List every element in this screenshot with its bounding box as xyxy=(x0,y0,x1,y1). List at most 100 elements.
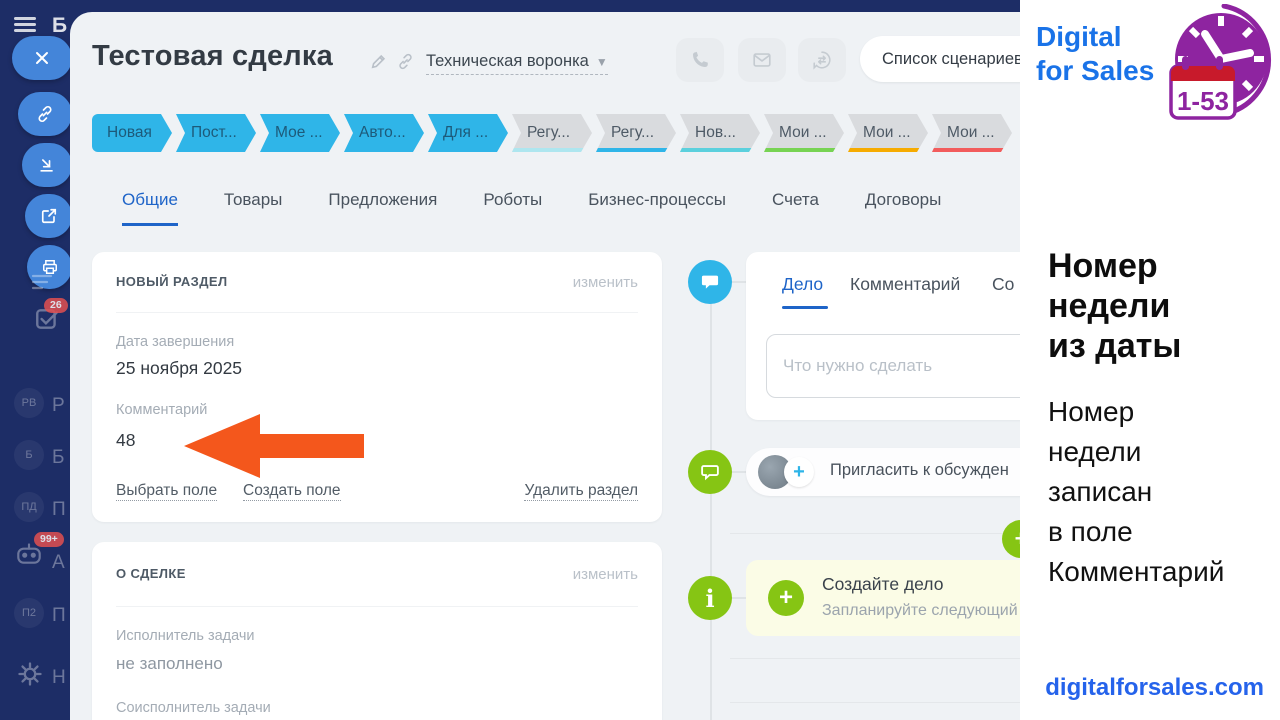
slide-heading: Номер недели из даты xyxy=(1048,246,1258,366)
copy-link-button[interactable] xyxy=(18,92,72,136)
avatar[interactable]: ПД xyxy=(14,492,44,522)
sidebar-app-letter: Б xyxy=(52,14,67,38)
timeline-activity-marker xyxy=(688,260,732,304)
stage-pill[interactable]: Регу... xyxy=(596,114,676,152)
create-todo-title: Создайте дело xyxy=(822,574,943,595)
timeline-comment-marker xyxy=(688,450,732,494)
avatar[interactable]: Б xyxy=(14,440,44,470)
chat-bubble-icon xyxy=(699,271,721,293)
tab-contracts[interactable]: Договоры xyxy=(865,190,941,226)
edit-link[interactable]: изменить xyxy=(573,566,638,583)
deal-card: Тестовая сделка Техническая воронка ▼ xyxy=(70,12,1060,720)
external-link-icon xyxy=(39,206,59,226)
call-button[interactable] xyxy=(676,38,724,82)
tab-message[interactable]: Со xyxy=(992,274,1014,295)
invite-label: Пригласить к обсужден xyxy=(830,461,1009,480)
mail-button[interactable] xyxy=(738,38,786,82)
annotation-arrow xyxy=(184,414,364,478)
brand-site: digitalforsales.com xyxy=(1045,674,1264,702)
sidebar-item-label: Р xyxy=(52,395,65,417)
field-value-comment[interactable]: 48 xyxy=(116,430,135,451)
sidebar-item-label: Н xyxy=(52,667,66,689)
sidebar-item-label: А xyxy=(52,552,65,574)
info-icon: i xyxy=(705,584,714,613)
tab-robots[interactable]: Роботы xyxy=(483,190,542,226)
gear-icon[interactable] xyxy=(16,660,44,688)
stage-pill[interactable]: Для ... xyxy=(428,114,508,152)
create-todo-subtitle: Запланируйте следующий xyxy=(822,602,1018,620)
stage-pill[interactable]: Мои ... xyxy=(848,114,928,152)
chevron-down-icon: ▼ xyxy=(596,55,608,69)
avatar[interactable]: П2 xyxy=(14,598,44,628)
add-user-icon[interactable]: + xyxy=(784,457,814,487)
open-new-window-button[interactable] xyxy=(25,194,72,238)
stage-pill[interactable]: Авто... xyxy=(344,114,424,152)
brand-line2: for Sales xyxy=(1036,54,1154,88)
link-icon[interactable] xyxy=(396,52,415,71)
tab-invoices[interactable]: Счета xyxy=(772,190,819,226)
mail-icon xyxy=(751,49,773,71)
section-about-deal: О СДЕЛКЕ изменить Исполнитель задачи не … xyxy=(92,542,662,720)
funnel-name: Техническая воронка xyxy=(426,52,589,70)
close-button[interactable] xyxy=(12,36,72,80)
edit-link[interactable]: изменить xyxy=(573,274,638,291)
deal-tabs: Общие Товары Предложения Роботы Бизнес-п… xyxy=(122,190,941,226)
chat-transfer-icon xyxy=(811,49,833,71)
page-title: Тестовая сделка xyxy=(92,40,333,73)
field-value-date[interactable]: 25 ноября 2025 xyxy=(116,358,242,379)
phone-icon xyxy=(689,49,711,71)
plus-icon[interactable]: + xyxy=(768,580,804,616)
scenarios-label: Список сценариев xyxy=(882,50,1023,69)
stage-pill[interactable]: Пост... xyxy=(176,114,256,152)
tab-products[interactable]: Товары xyxy=(224,190,282,226)
tab-deal[interactable]: Дело xyxy=(782,274,823,295)
collapse-button[interactable] xyxy=(22,143,72,187)
active-tab-underline xyxy=(782,306,828,309)
tab-quotes[interactable]: Предложения xyxy=(328,190,437,226)
stage-pill[interactable]: Мои ... xyxy=(932,114,1012,152)
tab-general[interactable]: Общие xyxy=(122,190,178,226)
section-title: О СДЕЛКЕ xyxy=(116,566,186,581)
brand-line1: Digital xyxy=(1036,20,1154,54)
field-label: Соисполнитель задачи xyxy=(116,700,271,716)
tab-bizproc[interactable]: Бизнес-процессы xyxy=(588,190,726,226)
sidebar-item-label: Б xyxy=(52,447,64,469)
stage-pill[interactable]: Регу... xyxy=(512,114,592,152)
robot-badge: 99+ xyxy=(34,532,64,547)
divider xyxy=(116,606,638,607)
chat-button[interactable] xyxy=(798,38,846,82)
tab-comment[interactable]: Комментарий xyxy=(850,274,960,295)
tasks-badge: 26 xyxy=(44,298,68,313)
brand-clock-calendar-icon: 1-53 xyxy=(1158,4,1280,122)
arrow-down-right-icon xyxy=(37,155,57,175)
divider xyxy=(116,312,638,313)
timeline-info-marker: i xyxy=(688,576,732,620)
brand-badge-text: 1-53 xyxy=(1177,86,1229,116)
select-field-link[interactable]: Выбрать поле xyxy=(116,482,217,501)
delete-section-link[interactable]: Удалить раздел xyxy=(524,482,638,501)
section-title: НОВЫЙ РАЗДЕЛ xyxy=(116,274,228,289)
branding-panel: Digital for Sales 1-53 xyxy=(1020,0,1280,720)
sidebar-item-label: П xyxy=(52,605,66,627)
stage-pill[interactable]: Нов... xyxy=(680,114,760,152)
section-new-section: НОВЫЙ РАЗДЕЛ изменить Дата завершения 25… xyxy=(92,252,662,522)
stage-pill[interactable]: Новая xyxy=(92,114,172,152)
pipeline-stages: Новая Пост... Мое ... Авто... Для ... Ре… xyxy=(92,114,1016,152)
avatar[interactable]: РВ xyxy=(14,388,44,418)
hamburger-icon[interactable] xyxy=(14,17,36,33)
link-icon xyxy=(35,104,55,124)
edit-title-icon[interactable] xyxy=(370,52,388,70)
field-value-empty[interactable]: не заполнено xyxy=(116,654,223,674)
chat-bubble-outline-icon xyxy=(699,461,721,483)
screen: Б xyxy=(0,0,1280,720)
stage-pill[interactable]: Мои ... xyxy=(764,114,844,152)
brand-logo-text: Digital for Sales xyxy=(1036,20,1154,88)
field-label: Исполнитель задачи xyxy=(116,628,255,644)
messenger-icon[interactable] xyxy=(30,272,56,294)
close-icon xyxy=(32,48,52,68)
stage-pill[interactable]: Мое ... xyxy=(260,114,340,152)
funnel-selector[interactable]: Техническая воронка ▼ xyxy=(426,52,608,75)
field-label: Дата завершения xyxy=(116,334,234,350)
sidebar-item-label: П xyxy=(52,499,66,521)
create-field-link[interactable]: Создать поле xyxy=(243,482,341,501)
